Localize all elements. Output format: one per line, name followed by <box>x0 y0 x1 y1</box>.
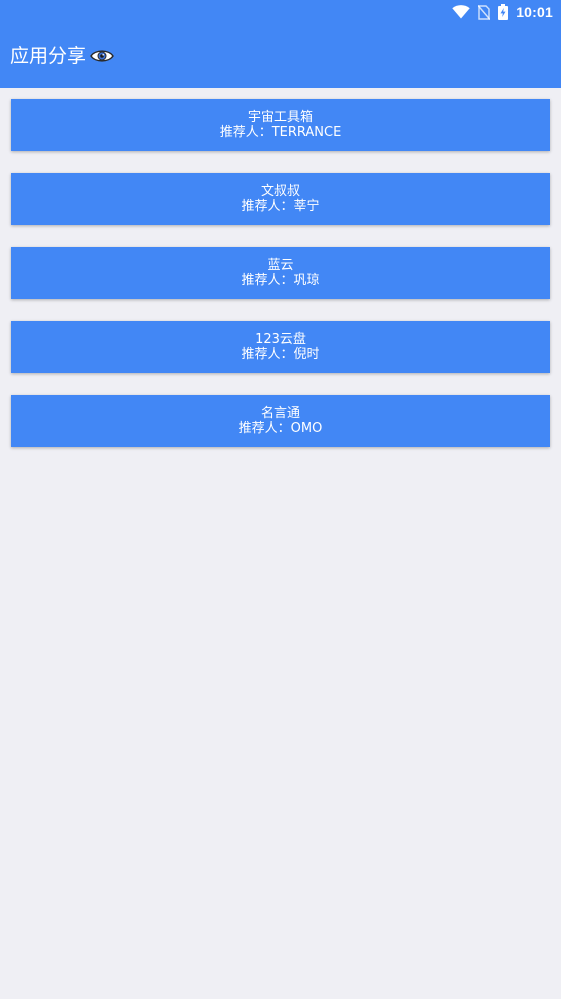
eye-icon <box>90 48 114 64</box>
app-card-123-cloud[interactable]: 123云盘 推荐人： 倪时 <box>11 321 550 373</box>
status-bar: 10:01 <box>452 2 553 22</box>
app-recommender: 推荐人： 倪时 <box>241 347 319 362</box>
app-card-lanyun[interactable]: 蓝云 推荐人： 巩琼 <box>11 247 550 299</box>
app-bar: 10:01 应用分享 <box>0 0 561 88</box>
page-title: 应用分享 <box>10 45 87 67</box>
recommender-prefix: 推荐人： <box>241 199 294 214</box>
recommender-name: 倪时 <box>293 347 320 362</box>
app-card-wenshushu[interactable]: 文叔叔 推荐人： 莘宁 <box>11 173 550 225</box>
recommender-prefix: 推荐人： <box>241 273 294 288</box>
app-name: 文叔叔 <box>260 184 300 199</box>
app-name: 名言通 <box>260 406 300 421</box>
app-name: 123云盘 <box>255 332 306 347</box>
app-recommender: 推荐人： OMO <box>239 421 323 436</box>
recommender-name: OMO <box>290 421 323 436</box>
wifi-icon <box>452 5 470 19</box>
no-sim-icon <box>478 4 491 20</box>
app-recommender: 推荐人： 巩琼 <box>241 273 319 288</box>
recommender-name: TERRANCE <box>271 125 342 140</box>
app-list: 宇宙工具箱 推荐人： TERRANCE 文叔叔 推荐人： 莘宁 蓝云 推荐人： 巩琼 … <box>11 99 550 469</box>
recommender-name: 巩琼 <box>293 273 320 288</box>
app-recommender: 推荐人： 莘宁 <box>241 199 319 214</box>
app-card-yuzhou-toolbox[interactable]: 宇宙工具箱 推荐人： TERRANCE <box>11 99 550 151</box>
app-name: 宇宙工具箱 <box>247 110 313 125</box>
app-recommender: 推荐人： TERRANCE <box>220 125 342 140</box>
recommender-name: 莘宁 <box>293 199 320 214</box>
title-row: 应用分享 <box>10 42 114 70</box>
recommender-prefix: 推荐人： <box>219 125 272 140</box>
battery-charging-icon <box>498 4 509 20</box>
recommender-prefix: 推荐人： <box>238 421 291 436</box>
app-name: 蓝云 <box>267 258 294 273</box>
recommender-prefix: 推荐人： <box>241 347 294 362</box>
status-time: 10:01 <box>516 4 553 20</box>
app-card-mingyantong[interactable]: 名言通 推荐人： OMO <box>11 395 550 447</box>
